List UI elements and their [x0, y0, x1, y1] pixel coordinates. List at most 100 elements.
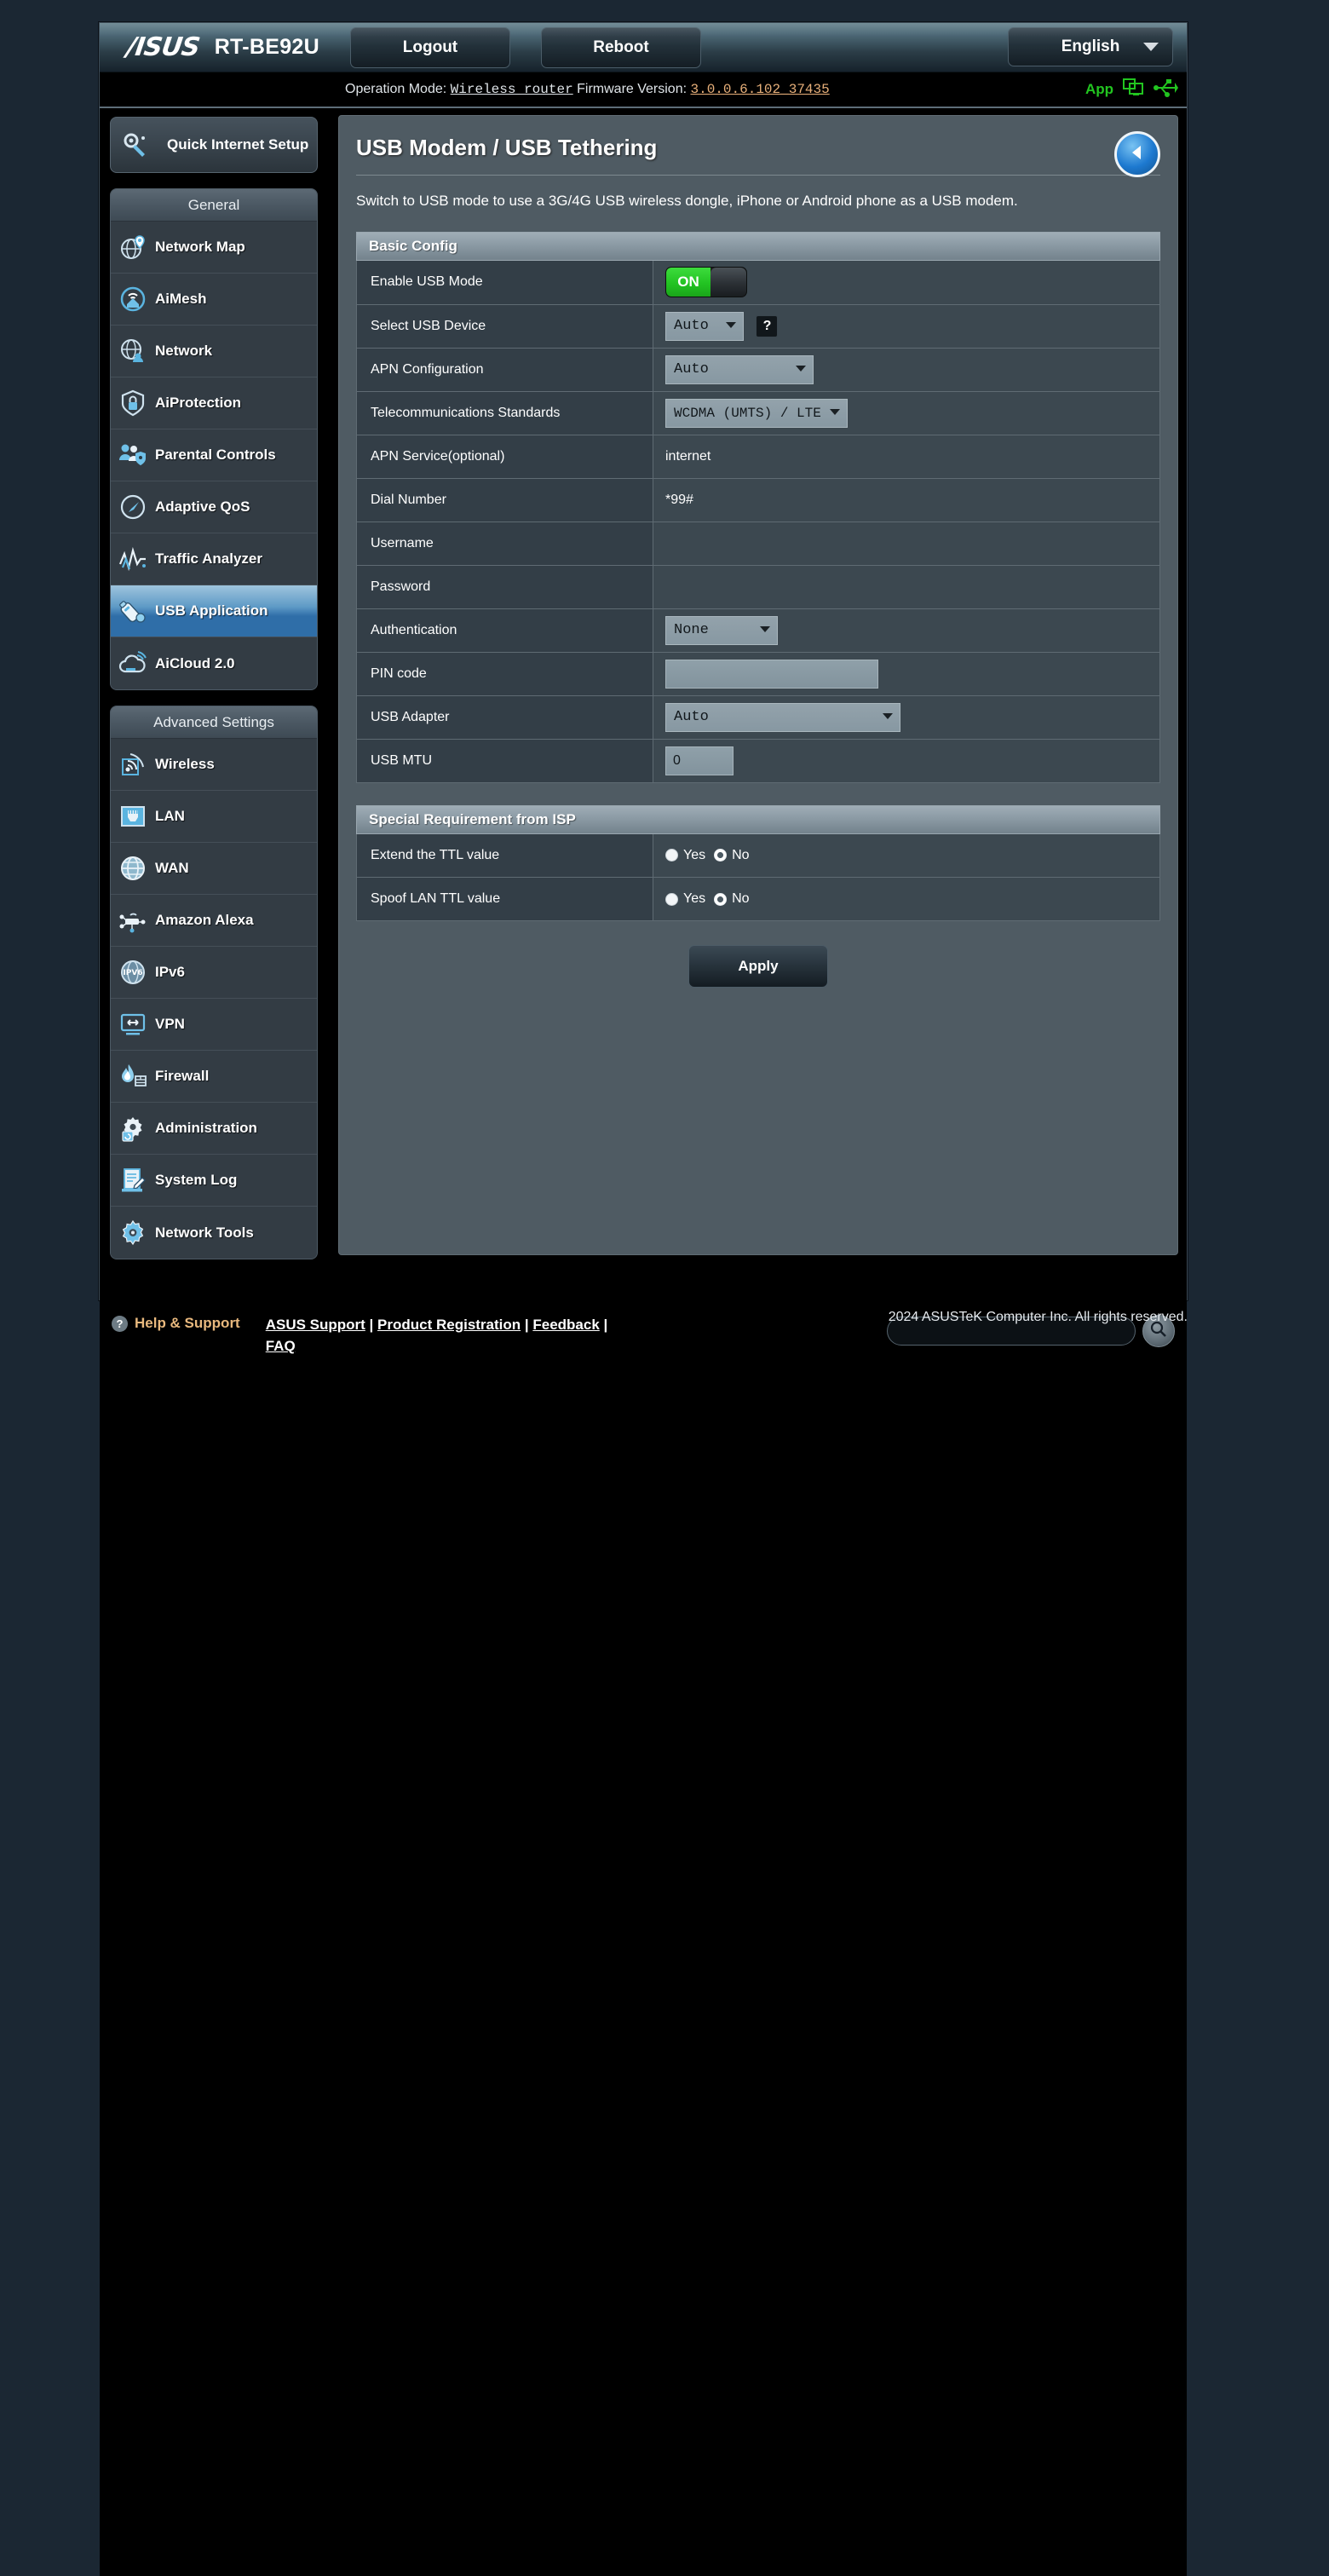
row-value: [653, 652, 1160, 696]
radio-label: Yes: [683, 847, 706, 862]
sidebar-label: Network Map: [155, 239, 245, 255]
product-registration-link[interactable]: Product Registration: [377, 1317, 521, 1333]
sidebar-advanced-title: Advanced Settings: [111, 706, 317, 739]
row-value: Yes No: [653, 877, 1160, 921]
quick-setup-label: Quick Internet Setup: [167, 136, 309, 153]
row-label: Select USB Device: [356, 304, 653, 349]
operation-mode-label: Operation Mode:: [345, 82, 447, 96]
sidebar-group-advanced: Advanced Settings Wireless LAN WAN Amazo…: [110, 706, 318, 1259]
sidebar-item-network-tools[interactable]: Network Tools: [111, 1207, 317, 1259]
extend-ttl-yes-option[interactable]: Yes: [665, 848, 705, 863]
back-button[interactable]: [1114, 131, 1160, 177]
row-value: Auto ?: [653, 304, 1160, 349]
usb-drive-icon: [111, 597, 155, 625]
spoof-lan-ttl-radio-group: Yes No: [665, 891, 1159, 907]
operation-mode-value[interactable]: Wireless router: [451, 82, 573, 97]
sidebar-item-wireless[interactable]: Wireless: [111, 739, 317, 791]
sidebar-general-title: General: [111, 189, 317, 222]
reboot-button[interactable]: Reboot: [540, 26, 701, 68]
sidebar-item-adaptive-qos[interactable]: Adaptive QoS: [111, 481, 317, 533]
telecom-standards-dropdown[interactable]: WCDMA (UMTS) / LTE: [665, 398, 848, 428]
row-value: Auto: [653, 348, 1160, 392]
back-arrow-icon: [1125, 140, 1150, 170]
sidebar-item-usb-application[interactable]: USB Application: [111, 585, 317, 637]
system-log-icon: [111, 1167, 155, 1194]
sidebar-item-vpn[interactable]: VPN: [111, 999, 317, 1051]
status-icons: App: [1085, 78, 1178, 102]
radio-icon: [665, 892, 678, 906]
sidebar-item-aicloud[interactable]: AiCloud 2.0: [111, 637, 317, 689]
logout-button[interactable]: Logout: [349, 26, 510, 68]
sidebar-item-parental-controls[interactable]: Parental Controls: [111, 429, 317, 481]
extend-ttl-no-option[interactable]: No: [714, 848, 750, 863]
help-support-link[interactable]: ? Help & Support: [112, 1315, 240, 1332]
usb-adapter-dropdown[interactable]: Auto: [665, 702, 900, 732]
sidebar-item-system-log[interactable]: System Log: [111, 1155, 317, 1207]
select-usb-device-dropdown[interactable]: Auto: [665, 311, 744, 341]
spoof-lan-ttl-yes-option[interactable]: Yes: [665, 891, 705, 907]
settings-panel: USB Modem / USB Tethering Switch to USB …: [338, 115, 1178, 1255]
dial-number-value: *99#: [665, 492, 693, 507]
language-label: English: [1061, 37, 1120, 55]
sidebar-item-ipv6[interactable]: IPV6 IPv6: [111, 947, 317, 999]
sidebar-item-wan[interactable]: WAN: [111, 843, 317, 895]
gauge-icon: [111, 493, 155, 521]
section-header-basic-config: Basic Config: [356, 232, 1160, 261]
sidebar-item-traffic-analyzer[interactable]: Traffic Analyzer: [111, 533, 317, 585]
radio-label: Yes: [683, 891, 706, 906]
sidebar-item-network[interactable]: Network: [111, 326, 317, 377]
sidebar-label: Network Tools: [155, 1224, 254, 1241]
table-row: APN Configuration Auto: [356, 348, 1160, 392]
table-row: Authentication None: [356, 608, 1160, 653]
help-question-icon: ?: [112, 1315, 128, 1332]
apply-button[interactable]: Apply: [688, 945, 828, 988]
sidebar-item-administration[interactable]: Administration: [111, 1103, 317, 1155]
sidebar-item-aimesh[interactable]: AiMesh: [111, 274, 317, 326]
quick-setup-icon: [111, 130, 158, 159]
app-screen-icon[interactable]: [1122, 78, 1144, 102]
language-selector[interactable]: English: [1008, 27, 1173, 66]
sidebar-item-lan[interactable]: LAN: [111, 791, 317, 843]
isp-requirement-table: Extend the TTL value Yes No Spoof LAN TT…: [356, 833, 1160, 921]
sidebar-label: AiCloud 2.0: [155, 654, 235, 671]
feedback-link[interactable]: Feedback: [532, 1317, 599, 1333]
row-label: Password: [356, 565, 653, 609]
asus-support-link[interactable]: ASUS Support: [266, 1317, 365, 1333]
faq-link[interactable]: FAQ: [266, 1338, 296, 1354]
toggle-knob: [711, 268, 746, 297]
sidebar-item-amazon-alexa[interactable]: Amazon Alexa: [111, 895, 317, 947]
sidebar-item-aiprotection[interactable]: AiProtection: [111, 377, 317, 429]
row-value: WCDMA (UMTS) / LTE: [653, 391, 1160, 435]
table-row: Select USB Device Auto ?: [356, 304, 1160, 349]
table-row: Enable USB Mode ON: [356, 261, 1160, 305]
sidebar-label: AiProtection: [155, 395, 242, 411]
row-label: Spoof LAN TTL value: [356, 877, 653, 921]
status-line: Operation Mode: Wireless router Firmware…: [100, 72, 1187, 108]
table-row: USB MTU: [356, 739, 1160, 783]
authentication-dropdown[interactable]: None: [665, 615, 778, 645]
row-value: Auto: [653, 695, 1160, 740]
aimesh-icon: [111, 285, 155, 313]
usb-icon[interactable]: [1153, 78, 1178, 102]
copyright-text: 2024 ASUSTeK Computer Inc. All rights re…: [888, 1310, 1188, 1324]
status-text: Operation Mode: Wireless router Firmware…: [345, 82, 830, 97]
vpn-icon: [111, 1011, 155, 1038]
help-icon[interactable]: ?: [756, 314, 779, 337]
footer: ? Help & Support ASUS Support | Product …: [100, 1300, 1187, 2576]
row-value: *99#: [653, 478, 1160, 522]
table-row: Dial Number *99#: [356, 478, 1160, 522]
radio-icon-selected: [714, 849, 728, 862]
firmware-version-value[interactable]: 3.0.0.6.102_37435: [691, 82, 830, 97]
asus-logo: /ISUS: [124, 32, 202, 62]
pin-code-input[interactable]: [665, 659, 878, 689]
spoof-lan-ttl-no-option[interactable]: No: [714, 891, 750, 907]
sidebar-item-network-map[interactable]: Network Map: [111, 222, 317, 274]
usb-mtu-input[interactable]: [665, 746, 734, 775]
sidebar-item-quick-internet-setup[interactable]: Quick Internet Setup: [110, 117, 318, 173]
sidebar-item-firewall[interactable]: Firewall: [111, 1051, 317, 1103]
enable-usb-mode-toggle[interactable]: ON: [665, 267, 747, 298]
apn-configuration-dropdown[interactable]: Auto: [665, 354, 814, 384]
chevron-down-icon: [1143, 43, 1159, 51]
globe-icon: [111, 855, 155, 882]
table-row: APN Service(optional) internet: [356, 435, 1160, 479]
